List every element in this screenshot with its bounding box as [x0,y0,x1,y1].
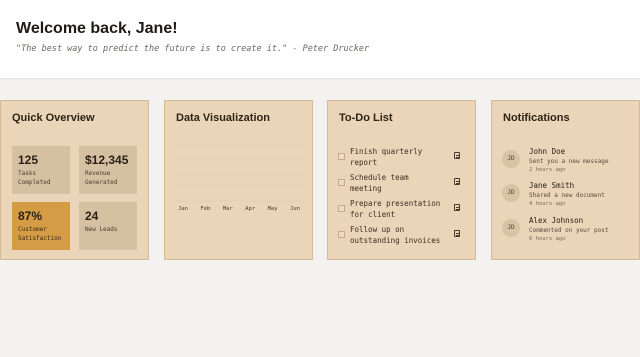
chart-x-tick-label: Jun [290,206,300,211]
avatar: JD [502,219,520,237]
clipboard-icon[interactable] [454,230,460,237]
stat-label: New Leads [85,226,118,233]
todo-checkbox[interactable] [338,153,345,160]
avatar: JD [502,150,520,168]
clipboard-icon[interactable] [454,152,460,159]
line-chart: Jan Feb Mar Apr May Jun [175,144,303,211]
notification-time: 6 hours ago [529,236,566,242]
stat-value: 125 [18,153,39,167]
chart-x-tick-label: Apr [245,206,256,211]
stat-value: $12,345 [85,153,129,167]
todo-item: Finish quarterly report [338,146,470,170]
todo-checkbox[interactable] [338,205,345,212]
quick-overview-card: Quick Overview 125 Tasks Completed $12,3… [0,100,149,260]
chart-x-tick-label: May [268,206,279,211]
todo-item: Follow up on outstanding invoices [338,224,470,248]
todo-list-title: To-Do List [339,112,393,124]
todo-list-card: To-Do List Finish quarterly report Schedu… [327,100,476,260]
todo-text: Follow up on outstanding invoices [350,225,441,245]
notification-sender: Alex Johnson [529,216,584,225]
data-visualization-title: Data Visualization [176,112,270,124]
clipboard-icon[interactable] [454,204,460,211]
chart-x-tick-label: Feb [200,206,210,211]
stat-customer-satisfaction[interactable]: 87% Customer Satisfaction [12,202,70,250]
notification-time: 2 hours ago [529,167,566,173]
chart-x-tick-label: Jan [178,206,188,211]
todo-checkbox[interactable] [338,179,345,186]
welcome-heading: Welcome back, Jane! [16,20,178,37]
todo-item: Prepare presentation for client [338,198,470,222]
motivational-quote: "The best way to predict the future is t… [16,44,370,54]
header: Welcome back, Jane! "The best way to pre… [0,0,640,78]
todo-text: Finish quarterly report [350,147,423,167]
stat-tasks-completed[interactable]: 125 Tasks Completed [12,146,70,194]
notification-item[interactable]: JD Alex Johnson Commented on your post 6… [502,216,638,248]
stat-value: 24 [85,209,99,223]
stat-label: Tasks Completed [18,170,51,186]
stat-revenue-generated[interactable]: $12,345 Revenue Generated [79,146,137,194]
notification-sender: John Doe [529,147,566,156]
avatar: JD [502,184,520,202]
notification-item[interactable]: JD John Doe Sent you a new message 2 hou… [502,147,638,179]
notification-time: 4 hours ago [529,201,566,207]
data-visualization-card: Data Visualization Jan Feb Mar Apr May Jun [164,100,313,260]
todo-item: Schedule team meeting [338,172,470,196]
notification-message: Shared a new document [529,192,605,199]
notification-item[interactable]: JD Jane Smith Shared a new document 4 ho… [502,181,638,213]
stat-label: Revenue Generated [85,170,118,186]
notifications-card: Notifications JD John Doe Sent you a new… [491,100,640,260]
notification-message: Commented on your post [529,227,609,234]
stat-label: Customer Satisfaction [18,226,62,242]
notifications-title: Notifications [503,112,570,124]
todo-text: Prepare presentation for client [350,199,441,219]
notification-message: Sent you a new message [529,158,609,165]
notification-sender: Jane Smith [529,181,575,190]
todo-checkbox[interactable] [338,231,345,238]
quick-overview-title: Quick Overview [12,112,95,124]
stat-new-leads[interactable]: 24 New Leads [79,202,137,250]
clipboard-icon[interactable] [454,178,460,185]
chart-x-tick-label: Mar [223,206,234,211]
stat-value: 87% [18,209,43,223]
todo-text: Schedule team meeting [350,173,409,193]
